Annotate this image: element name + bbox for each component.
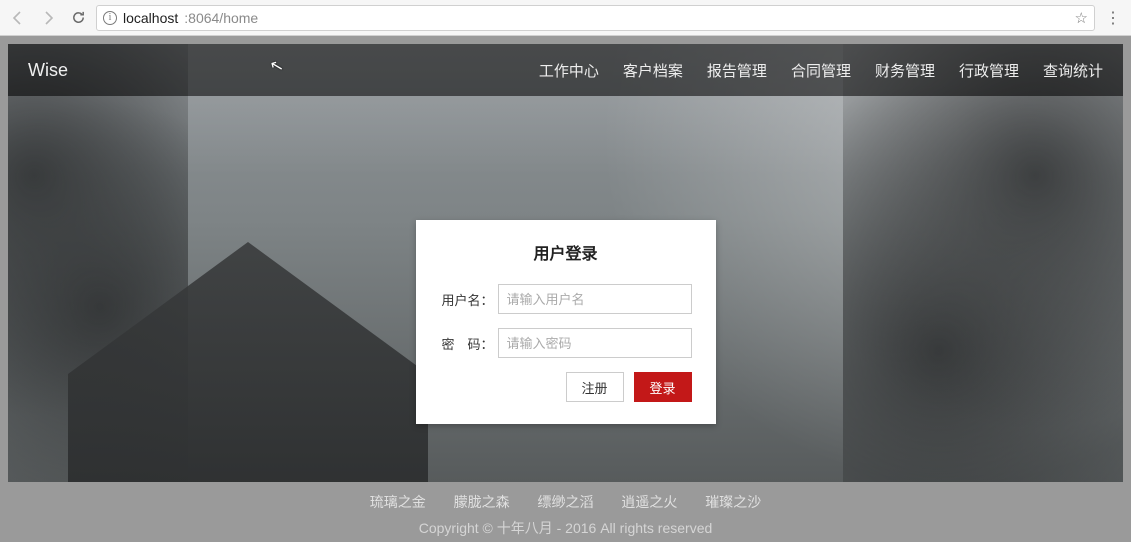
username-label: 用户名： xyxy=(440,290,498,309)
hero-background: ↖ Wise 工作中心 客户档案 报告管理 合同管理 财务管理 行政管理 查询统… xyxy=(8,44,1123,482)
forward-button[interactable] xyxy=(36,6,60,30)
login-panel: 用户登录 用户名： 密 码： 注册 登录 xyxy=(416,220,716,424)
decor-tree-right xyxy=(843,44,1123,482)
reload-button[interactable] xyxy=(66,6,90,30)
username-row: 用户名： xyxy=(440,284,692,314)
footer-link-1[interactable]: 琉璃之金 xyxy=(370,494,426,510)
footer-links: 琉璃之金 朦胧之森 缥缈之滔 逍遥之火 璀璨之沙 xyxy=(8,492,1123,512)
password-input[interactable] xyxy=(498,328,692,358)
url-path: :8064/home xyxy=(184,10,258,26)
login-button-row: 注册 登录 xyxy=(440,372,692,402)
username-input[interactable] xyxy=(498,284,692,314)
site-info-icon[interactable]: i xyxy=(103,11,117,25)
url-host: localhost xyxy=(123,10,178,26)
nav-item-query-stats[interactable]: 查询统计 xyxy=(1043,60,1103,81)
password-label: 密 码： xyxy=(440,334,498,353)
back-button[interactable] xyxy=(6,6,30,30)
nav-item-work-center[interactable]: 工作中心 xyxy=(539,60,599,81)
nav-item-admin-mgmt[interactable]: 行政管理 xyxy=(959,60,1019,81)
top-nav: Wise 工作中心 客户档案 报告管理 合同管理 财务管理 行政管理 查询统计 xyxy=(8,44,1123,96)
nav-item-customer-file[interactable]: 客户档案 xyxy=(623,60,683,81)
footer-link-2[interactable]: 朦胧之森 xyxy=(454,494,510,510)
nav-item-finance-mgmt[interactable]: 财务管理 xyxy=(875,60,935,81)
bookmark-star-icon[interactable]: ☆ xyxy=(1075,9,1088,27)
footer-link-5[interactable]: 璀璨之沙 xyxy=(705,494,761,510)
footer-copyright: Copyright © 十年八月 - 2016 All rights reser… xyxy=(8,518,1123,538)
login-button[interactable]: 登录 xyxy=(634,372,692,402)
footer-link-3[interactable]: 缥缈之滔 xyxy=(538,494,594,510)
address-bar[interactable]: i localhost :8064/home ☆ xyxy=(96,5,1095,31)
brand-logo[interactable]: Wise xyxy=(28,60,68,81)
nav-item-contract-mgmt[interactable]: 合同管理 xyxy=(791,60,851,81)
page-viewport: ↖ Wise 工作中心 客户档案 报告管理 合同管理 财务管理 行政管理 查询统… xyxy=(0,36,1131,542)
login-title: 用户登录 xyxy=(440,240,692,264)
nav-links: 工作中心 客户档案 报告管理 合同管理 财务管理 行政管理 查询统计 xyxy=(539,60,1103,81)
footer-link-4[interactable]: 逍遥之火 xyxy=(621,494,677,510)
password-row: 密 码： xyxy=(440,328,692,358)
register-button[interactable]: 注册 xyxy=(566,372,624,402)
footer: 琉璃之金 朦胧之森 缥缈之滔 逍遥之火 璀璨之沙 Copyright © 十年八… xyxy=(8,482,1123,542)
browser-menu-button[interactable]: ⋮ xyxy=(1101,8,1125,28)
browser-toolbar: i localhost :8064/home ☆ ⋮ xyxy=(0,0,1131,36)
nav-item-report-mgmt[interactable]: 报告管理 xyxy=(707,60,767,81)
